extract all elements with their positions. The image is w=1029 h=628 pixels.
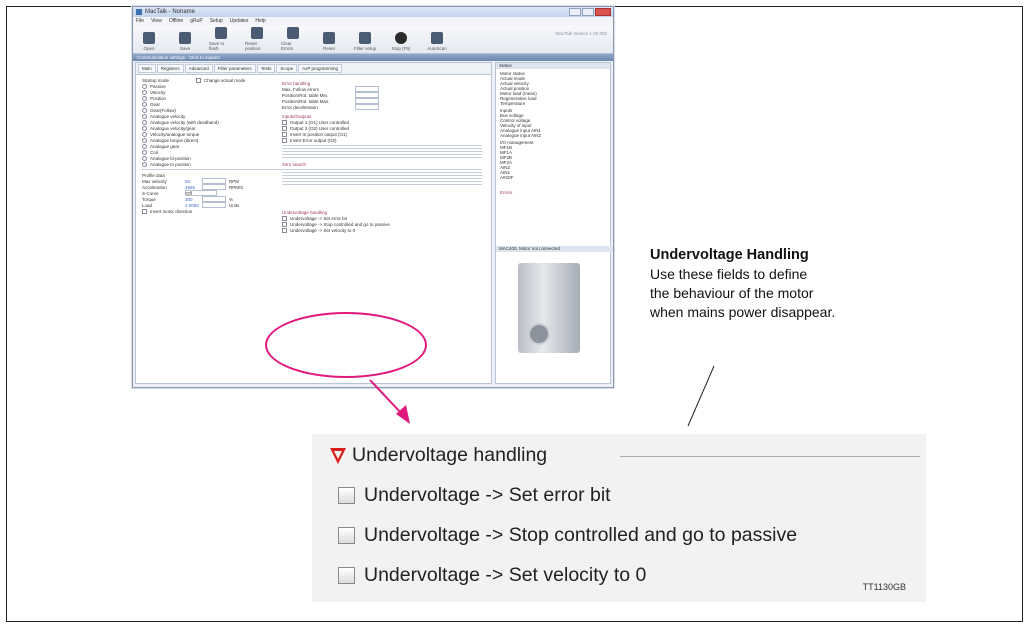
callout-line: when mains power disappear. (650, 304, 836, 320)
callout-arrow-shaft (369, 379, 403, 415)
group-divider (620, 456, 920, 457)
undervoltage-heading-label: Undervoltage handling (352, 444, 548, 466)
callout-text: Undervoltage Handling Use these fields t… (650, 246, 940, 322)
callout-line: the behaviour of the motor (650, 285, 814, 301)
undervoltage-error-bit-label: Undervoltage -> Set error bit (364, 484, 611, 506)
undervoltage-error-bit-checkbox[interactable] (338, 487, 355, 504)
leader-line (687, 365, 715, 427)
callout-line: Use these fields to define (650, 266, 808, 282)
undervoltage-velocity-zero-row: Undervoltage -> Set velocity to 0 (338, 564, 646, 587)
figure-code: TT1130GB (862, 582, 906, 592)
undervoltage-stop-passive-checkbox[interactable] (338, 527, 355, 544)
undervoltage-velocity-zero-label: Undervoltage -> Set velocity to 0 (364, 564, 647, 586)
undervoltage-velocity-zero-checkbox[interactable] (338, 567, 355, 584)
undervoltage-stop-passive-label: Undervoltage -> Stop controlled and go t… (364, 524, 798, 546)
callout-heading: Undervoltage Handling (650, 247, 809, 263)
undervoltage-heading: Undervoltage handling (330, 444, 547, 467)
callout-arrow-head (396, 405, 410, 424)
expand-triangle-icon[interactable] (330, 447, 346, 464)
zoomed-undervoltage-panel: Undervoltage handling Undervoltage -> Se… (312, 434, 926, 602)
undervoltage-stop-passive-row: Undervoltage -> Stop controlled and go t… (338, 524, 797, 547)
undervoltage-error-bit-row: Undervoltage -> Set error bit (338, 484, 611, 507)
